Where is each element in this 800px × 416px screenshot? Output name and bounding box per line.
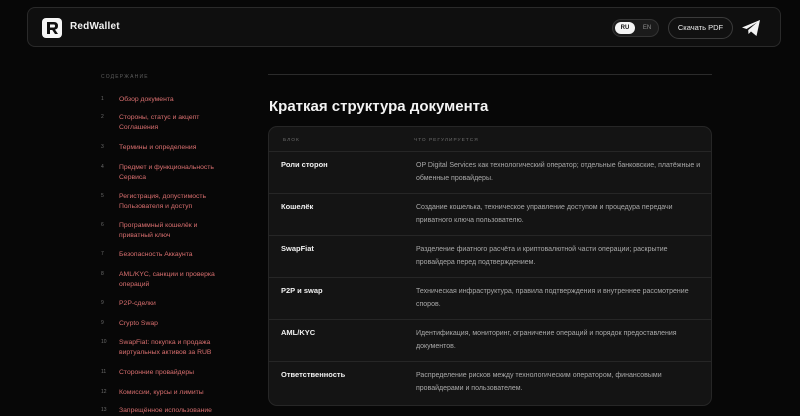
toc-item-number: 10 [101, 339, 107, 345]
table-row: Роли сторон OP Digital Services как техн… [269, 151, 711, 194]
toc-item-number: 7 [101, 251, 104, 257]
toc-item-number: 11 [101, 369, 107, 375]
row-description: Идентификация, мониторинг, ограничение о… [416, 330, 677, 350]
table-row: Кошелёк Создание кошелька, техническое у… [269, 193, 711, 236]
toc-item-number: 9 [101, 300, 104, 306]
toc-item-label: Программный кошелёк и приватный ключ [119, 222, 198, 239]
toc-item-label: SwapFiat: покупка и продажа виртуальных … [119, 339, 212, 356]
lang-en-option[interactable]: EN [637, 22, 657, 34]
row-description: Создание кошелька, техническое управлени… [416, 204, 673, 224]
toc-item-label: Комиссии, курсы и лимиты [119, 389, 204, 396]
row-block: P2P и swap [281, 286, 323, 295]
brand-name: RedWallet [70, 21, 120, 32]
table-header-regulated: ЧТО РЕГУЛИРУЕТСЯ [414, 138, 479, 143]
toc-item-label: P2P-сделки [119, 300, 156, 307]
toc-item-number: 12 [101, 389, 107, 395]
row-description: Техническая инфраструктура, правила подт… [416, 288, 689, 308]
telegram-plane-icon[interactable] [740, 17, 762, 39]
top-header: RedWallet RU EN Скачать PDF [27, 7, 781, 47]
row-block: Кошелёк [281, 202, 314, 211]
toc-item-number: 13 [101, 407, 107, 413]
toc-item-label: Обзор документа [119, 96, 174, 103]
row-description: Разделение фиатного расчёта и криптовалю… [416, 246, 668, 266]
toc-item-number: 4 [101, 164, 104, 170]
toc-item-number: 6 [101, 222, 104, 228]
row-description: Распределение рисков между технологическ… [416, 372, 662, 392]
toc-item-label: AML/KYC, санкции и проверка операций [119, 271, 215, 288]
lang-ru-option[interactable]: RU [615, 22, 635, 34]
table-row: SwapFiat Разделение фиатного расчёта и к… [269, 235, 711, 278]
toc-item-label: Crypto Swap [119, 320, 158, 327]
section-divider [268, 74, 712, 75]
toc-item-number: 8 [101, 271, 104, 277]
language-switcher: RU EN [612, 19, 659, 37]
toc-title: СОДЕРЖАНИЕ [101, 74, 149, 80]
table-row: P2P и swap Техническая инфраструктура, п… [269, 277, 711, 320]
toc-item-number: 1 [101, 96, 104, 102]
toc-item-number: 5 [101, 193, 104, 199]
page-title: Краткая структура документа [269, 98, 489, 115]
toc-item-label: Термины и определения [119, 144, 197, 151]
toc-item-label: Запрещённое использование [119, 407, 212, 414]
toc-item-label: Регистрация, допустимость Пользователя и… [119, 193, 207, 210]
row-block: SwapFiat [281, 244, 314, 253]
table-header-block: БЛОК [283, 138, 300, 143]
row-block: Роли сторон [281, 160, 328, 169]
toc-item-number: 3 [101, 144, 104, 150]
toc-item-label: Стороны, статус и акцепт Соглашения [119, 114, 200, 131]
row-block: AML/KYC [281, 328, 316, 337]
table-row: Ответственность Распределение рисков меж… [269, 361, 711, 404]
row-description: OP Digital Services как технологический … [416, 162, 701, 182]
toc-item-label: Сторонние провайдеры [119, 369, 195, 376]
toc-item-label: Предмет и функциональность Сервиса [119, 164, 214, 181]
toc-item-label: Безопасность Аккаунта [119, 251, 193, 258]
table-row: AML/KYC Идентификация, мониторинг, огран… [269, 319, 711, 362]
structure-table: БЛОК ЧТО РЕГУЛИРУЕТСЯ Роли сторон OP Dig… [268, 126, 712, 406]
download-pdf-button[interactable]: Скачать PDF [668, 17, 733, 39]
toc-item-number: 2 [101, 114, 104, 120]
toc-item-number: 9 [101, 320, 104, 326]
redwallet-logo-icon[interactable] [42, 18, 62, 38]
row-block: Ответственность [281, 370, 346, 379]
